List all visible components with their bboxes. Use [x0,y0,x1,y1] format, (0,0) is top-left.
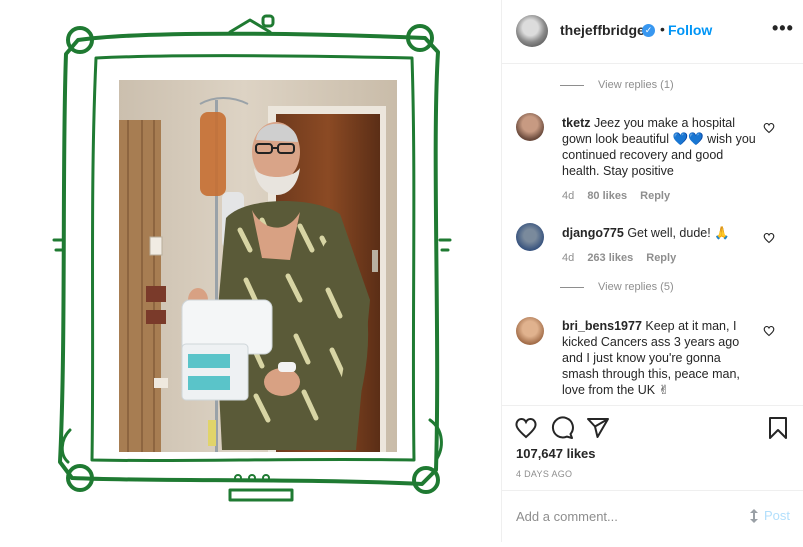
avatar[interactable] [516,223,544,251]
post-actions: 107,647 likes 4 DAYS AGO [502,405,803,490]
comments-list: View replies (1) tketz Jeez you make a h… [502,65,803,405]
verified-icon: ✓ [642,24,655,37]
post-image[interactable] [0,0,501,542]
comment-meta: 4d 263 likes Reply [562,252,686,264]
comment-input[interactable] [516,505,736,527]
comment-text: Jeez you make a hospital gown look beaut… [562,116,756,178]
avatar[interactable] [516,113,544,141]
comment-username[interactable]: django775 [562,226,624,240]
bookmark-icon[interactable] [766,416,790,440]
comment-username[interactable]: bri_bens1977 [562,319,642,333]
post-header: thejeffbridges ✓ • Follow ••• [502,0,803,64]
post-image-panel [0,0,501,542]
view-replies-button[interactable]: View replies (1) [560,79,674,91]
avatar[interactable] [516,317,544,345]
comment-icon[interactable] [550,416,574,440]
comment-body: bri_bens1977 Keep at it man, I kicked Ca… [562,318,756,398]
comment-composer: Post [502,490,803,540]
resize-cursor-icon [750,509,758,523]
more-icon[interactable]: ••• [772,18,794,39]
comment-age: 4d [562,190,575,202]
heart-icon[interactable] [763,324,775,337]
comment-body: django775 Get well, dude! 🙏 [562,225,756,241]
comment-likes[interactable]: 80 likes [587,190,627,202]
author-username[interactable]: thejeffbridges [560,22,653,38]
author-avatar[interactable] [516,15,548,47]
photo [119,80,397,452]
view-replies-button[interactable]: View replies (5) [560,281,674,293]
divider-line [560,286,584,288]
comment-text: Get well, dude! 🙏 [627,226,730,240]
comment-age: 4d [562,252,575,264]
reply-button[interactable]: Reply [640,190,670,202]
like-count[interactable]: 107,647 likes [516,446,596,461]
view-replies-label: View replies (1) [598,79,674,91]
post-comment-button[interactable]: Post [764,508,790,523]
heart-icon[interactable] [763,121,775,134]
reply-button[interactable]: Reply [646,252,676,264]
divider-line [560,84,584,86]
comment-meta: 4d 80 likes Reply [562,190,680,202]
view-replies-label: View replies (5) [598,281,674,293]
follow-button[interactable]: Follow [668,22,712,38]
separator-dot: • [660,21,665,37]
heart-icon[interactable] [514,416,538,440]
post-details-panel: thejeffbridges ✓ • Follow ••• View repli… [501,0,803,542]
instagram-post-window: thejeffbridges ✓ • Follow ••• View repli… [0,0,803,542]
share-icon[interactable] [586,416,610,440]
comment-username[interactable]: tketz [562,116,590,130]
comment-body: tketz Jeez you make a hospital gown look… [562,115,756,179]
post-date[interactable]: 4 DAYS AGO [516,469,572,479]
comment-likes[interactable]: 263 likes [587,252,633,264]
heart-icon[interactable] [763,231,775,244]
